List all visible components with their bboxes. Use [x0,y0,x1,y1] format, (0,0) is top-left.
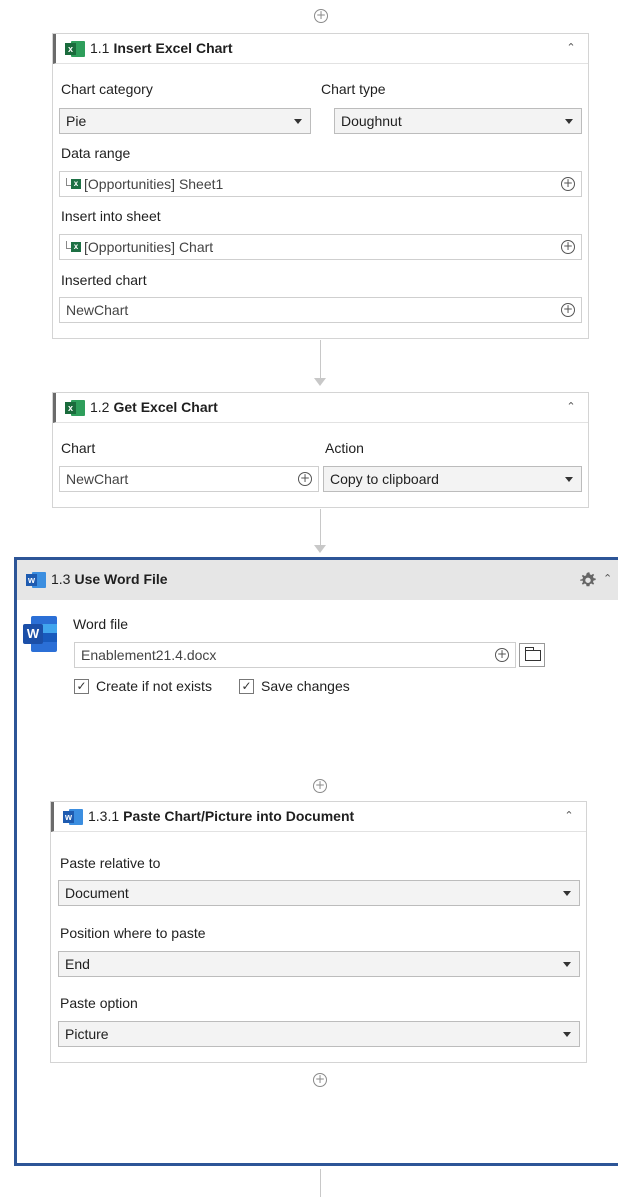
paste-relative-label: Paste relative to [60,855,161,871]
card-title: 1.3.1 Paste Chart/Picture into Document [88,808,354,824]
word-file-value: Enablement21.4.docx [81,647,217,663]
step-title: Insert Excel Chart [113,40,233,56]
gear-icon[interactable] [579,571,597,589]
add-step-button[interactable]: + [313,1073,327,1087]
step-title: Get Excel Chart [113,399,218,415]
chevron-up-icon[interactable]: ⌃ [564,41,578,55]
create-if-not-exists-checkbox[interactable]: ✓ [74,679,89,694]
plus-circle-icon[interactable]: + [298,472,312,486]
data-range-field[interactable]: x [Opportunities] Sheet1 + [59,171,582,197]
inserted-chart-value: NewChart [66,302,129,318]
card-header: w 1.3.1 Paste Chart/Picture into Document… [51,802,586,832]
excel-icon: x [66,177,82,191]
excel-icon: x [65,400,85,416]
paste-option-select[interactable]: Picture [58,1021,580,1047]
card-title: 1.2 Get Excel Chart [90,399,218,415]
paste-relative-value: Document [65,885,129,901]
caret-down-icon [563,962,571,967]
step-number: 1.3 [51,571,71,587]
plus-circle-icon[interactable]: + [561,177,575,191]
step-number: 1.3.1 [88,808,120,824]
save-changes-label: Save changes [261,678,350,694]
position-select[interactable]: End [58,951,580,977]
chevron-up-icon[interactable]: ⌃ [603,572,617,586]
use-word-file-container: w 1.3 Use Word File ⌃ W Word file Enablem… [14,557,618,1166]
plus-circle-icon[interactable]: + [495,648,509,662]
card-title: 1.1 Insert Excel Chart [90,40,233,56]
word-file-field[interactable]: Enablement21.4.docx + [74,642,516,668]
word-icon: w [26,572,46,588]
chart-field[interactable]: NewChart + [59,466,319,492]
insert-excel-chart-card: x 1.1 Insert Excel Chart ⌃ Chart category… [52,33,589,339]
data-range-label: Data range [61,145,131,161]
insert-sheet-value: [Opportunities] Chart [84,239,214,255]
create-if-not-exists-label: Create if not exists [96,678,212,694]
chart-value: NewChart [66,471,129,487]
caret-down-icon [294,119,302,124]
caret-down-icon [563,891,571,896]
action-select[interactable]: Copy to clipboard [323,466,582,492]
card-header: x 1.2 Get Excel Chart ⌃ [53,393,588,423]
paste-option-value: Picture [65,1026,109,1042]
get-excel-chart-card: x 1.2 Get Excel Chart ⌃ Chart Action NewC… [52,392,589,508]
inserted-chart-label: Inserted chart [61,272,147,288]
step-number: 1.2 [90,399,110,415]
card-header: x 1.1 Insert Excel Chart ⌃ [53,34,588,64]
paste-chart-card: w 1.3.1 Paste Chart/Picture into Document… [50,801,587,1063]
connector-arrow [314,378,326,386]
connector-line [320,1169,321,1197]
action-value: Copy to clipboard [330,471,439,487]
add-step-button-top[interactable]: + [314,9,328,23]
chart-label: Chart [61,440,96,456]
word-file-label: Word file [73,616,128,632]
word-icon: w [63,809,83,825]
plus-circle-icon[interactable]: + [561,303,575,317]
caret-down-icon [565,119,573,124]
excel-icon: x [66,240,82,254]
container-header: w 1.3 Use Word File ⌃ [17,560,618,600]
chart-type-value: Doughnut [341,113,402,129]
step-title: Paste Chart/Picture into Document [123,808,355,824]
chevron-up-icon[interactable]: ⌃ [562,809,576,823]
folder-icon[interactable] [519,643,545,667]
chevron-up-icon[interactable]: ⌃ [564,400,578,414]
inserted-chart-field[interactable]: NewChart + [59,297,582,323]
add-step-button[interactable]: + [313,779,327,793]
plus-circle-icon[interactable]: + [561,240,575,254]
action-label: Action [325,440,364,456]
save-changes-checkbox[interactable]: ✓ [239,679,254,694]
excel-icon: x [65,41,85,57]
position-label: Position where to paste [60,925,206,941]
word-icon: W [23,616,57,652]
chart-type-label: Chart type [321,81,386,97]
connector-arrow [314,545,326,553]
chart-category-value: Pie [66,113,87,129]
container-title: 1.3 Use Word File [51,571,168,587]
paste-option-label: Paste option [60,995,138,1011]
step-number: 1.1 [90,40,110,56]
chart-category-select[interactable]: Pie [59,108,311,134]
step-title: Use Word File [74,571,168,587]
data-range-value: [Opportunities] Sheet1 [84,176,224,192]
paste-relative-select[interactable]: Document [58,880,580,906]
connector-line [320,340,321,382]
chart-category-label: Chart category [61,81,153,97]
caret-down-icon [563,1032,571,1037]
insert-sheet-field[interactable]: x [Opportunities] Chart + [59,234,582,260]
connector-line [320,509,321,547]
position-value: End [65,956,90,972]
insert-sheet-label: Insert into sheet [61,208,161,224]
caret-down-icon [565,477,573,482]
chart-type-select[interactable]: Doughnut [334,108,582,134]
